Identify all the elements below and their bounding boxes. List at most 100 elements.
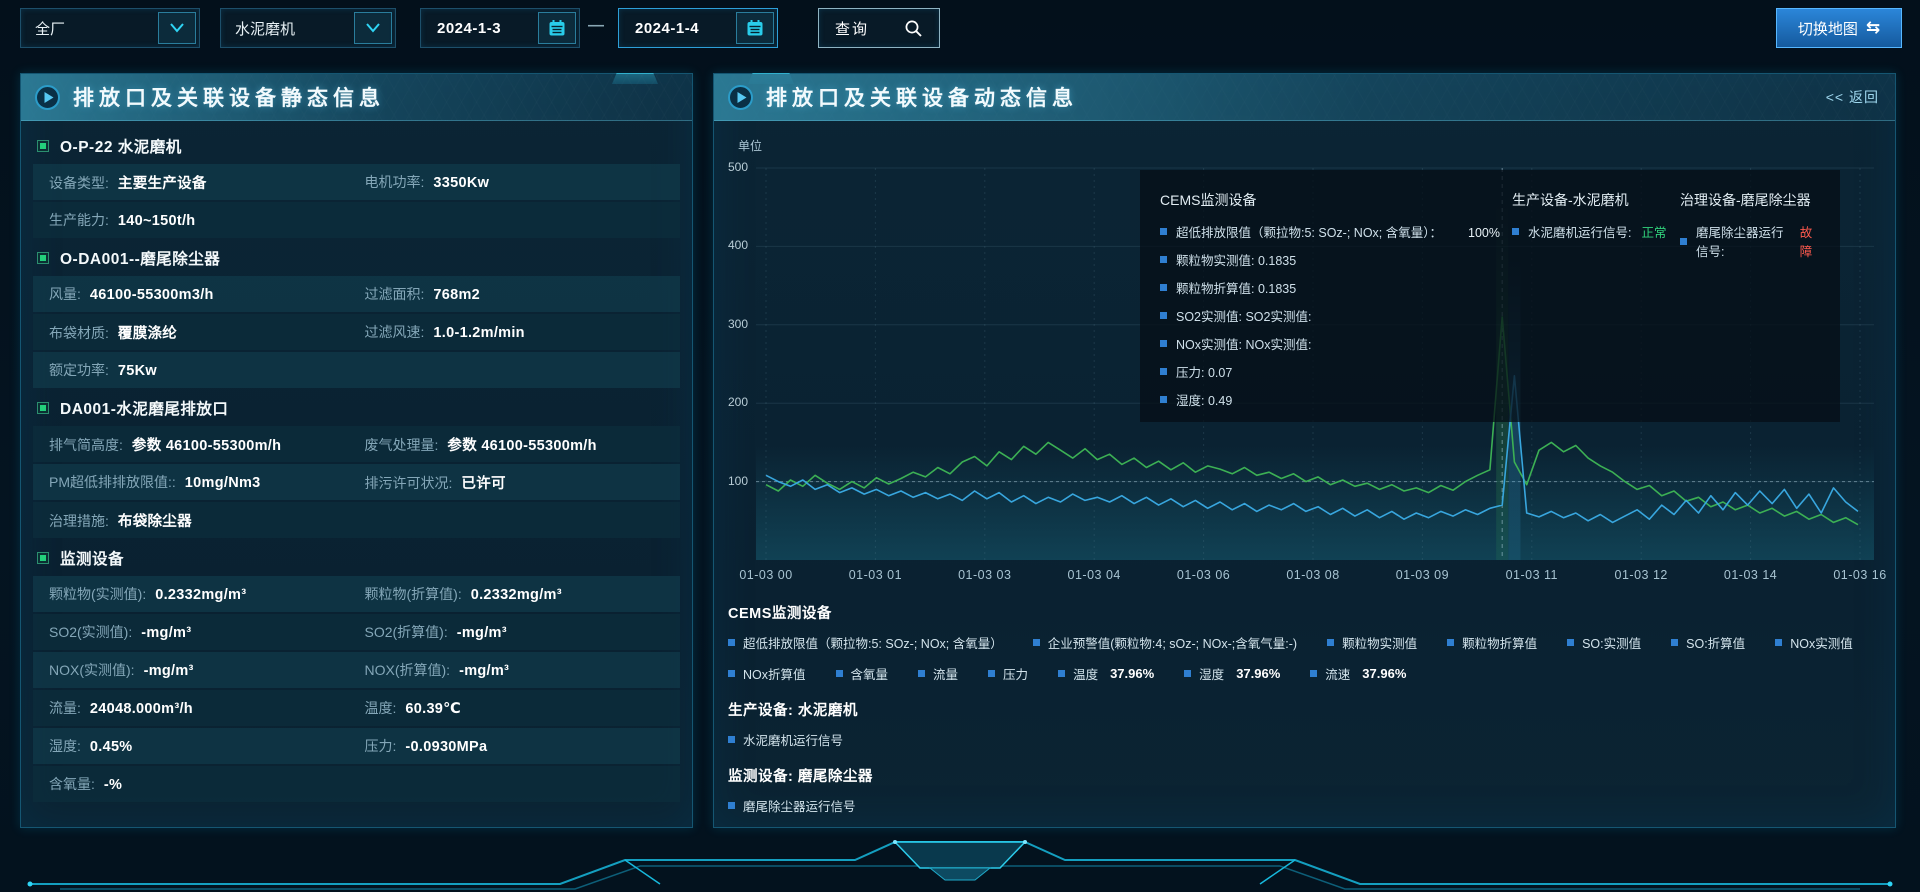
field: 压力:-0.0930MPa	[365, 736, 681, 756]
square-bullet-icon	[1447, 639, 1454, 646]
search-icon	[904, 19, 923, 38]
device-select[interactable]: 水泥磨机	[220, 8, 396, 48]
table-row: 湿度:0.45%压力:-0.0930MPa	[33, 728, 680, 764]
table-row: 流量:24048.000m³/h温度:60.39℃	[33, 690, 680, 726]
y-tick-label: 300	[714, 317, 748, 331]
tooltip-title: 治理设备-磨尾除尘器	[1680, 190, 1820, 210]
legend-item-label: 超低排放限值（颗拉物:5: SOz-; NOx; 含氧量）	[743, 633, 1003, 652]
start-date-calendar[interactable]	[538, 12, 576, 44]
legend-item[interactable]: 磨尾除尘器运行信号	[728, 796, 856, 815]
legend-item[interactable]: 企业预警值(颗粒物:4; sOz-; NOx-;含氧气量:-)	[1033, 633, 1297, 652]
legend-item[interactable]: 水泥磨机运行信号	[728, 730, 843, 749]
field-label: 过滤风速:	[365, 322, 425, 342]
square-bullet-icon	[1058, 670, 1065, 677]
legend-section-title: CEMS监测设备	[728, 602, 1878, 623]
tooltip-item: 超低排放限值（颗拉物:5: SOz-; NOx; 含氧量）：100%	[1160, 222, 1512, 241]
x-tick-label: 01-03 12	[1596, 568, 1686, 582]
field-label: 湿度:	[49, 736, 81, 756]
tooltip-column-production: 生产设备-水泥磨机 水泥磨机运行信号: 正常	[1512, 186, 1680, 406]
start-date-value: 2024-1-3	[421, 20, 538, 37]
legend-item[interactable]: 超低排放限值（颗拉物:5: SOz-; NOx; 含氧量）	[728, 633, 1003, 652]
tooltip-item: 湿度: 0.49	[1160, 390, 1512, 409]
legend-item[interactable]: NOx折算值	[728, 664, 806, 683]
query-button[interactable]: 查询	[818, 8, 940, 48]
legend-item[interactable]: 压力	[988, 664, 1028, 683]
legend-item[interactable]: 含氧量	[836, 664, 889, 683]
field-label: 额定功率:	[49, 360, 109, 380]
y-axis-unit-label: 单位	[738, 137, 762, 154]
field-label: NOX(实测值):	[49, 660, 135, 680]
square-bullet-icon	[1327, 639, 1334, 646]
back-link[interactable]: << 返回	[1826, 74, 1879, 120]
legend-item[interactable]: 流速37.96%	[1310, 664, 1406, 683]
plant-select[interactable]: 全厂	[20, 8, 200, 48]
legend-item[interactable]: SO:折算值	[1671, 633, 1745, 652]
table-row: 设备类型:主要生产设备电机功率:3350Kw	[33, 164, 680, 200]
field: 生产能力:140~150t/h	[49, 210, 365, 230]
x-tick-label: 01-03 01	[830, 568, 920, 582]
legend-item[interactable]: 温度37.96%	[1058, 664, 1154, 683]
legend-item[interactable]: NOx实测值	[1775, 633, 1853, 652]
table-row: PM超低排排放限值::10mg/Nm3排污许可状况:已许可	[33, 464, 680, 500]
section-header: O-P-22 水泥磨机	[33, 128, 680, 164]
plant-select-chevron[interactable]	[158, 12, 196, 44]
chart-tooltip: CEMS监测设备 超低排放限值（颗拉物:5: SOz-; NOx; 含氧量）：1…	[1140, 170, 1840, 422]
legend-item[interactable]: 湿度37.96%	[1184, 664, 1280, 683]
legend-item-label: SO:实测值	[1582, 633, 1641, 652]
legend-item-label: 压力	[1003, 664, 1028, 683]
switch-map-label: 切换地图	[1798, 18, 1858, 39]
field-value: -%	[104, 777, 122, 793]
legend-item-label: SO:折算值	[1686, 633, 1745, 652]
field-value: 75Kw	[118, 363, 157, 379]
tooltip-status-item: 磨尾除尘器运行信号: 故障	[1680, 222, 1820, 260]
tooltip-cems-items: 超低排放限值（颗拉物:5: SOz-; NOx; 含氧量）：100% 颗粒物实测值…	[1160, 222, 1512, 409]
square-bullet-icon	[1160, 368, 1167, 375]
tooltip-item-label: 颗粒物折算值: 0.1835	[1176, 278, 1296, 297]
x-tick-label: 01-03 16	[1815, 568, 1905, 582]
query-button-label: 查询	[835, 18, 869, 39]
field-label: 排气简高度:	[49, 435, 123, 455]
static-info-rows: O-P-22 水泥磨机设备类型:主要生产设备电机功率:3350Kw 生产能力:14…	[21, 121, 692, 802]
tooltip-item-label: NOx实测值: NOx实测值:	[1176, 334, 1311, 353]
square-bullet-icon	[988, 670, 995, 677]
section-header: O-DA001--磨尾除尘器	[33, 240, 680, 276]
device-select-chevron[interactable]	[354, 12, 392, 44]
field-label: 布袋材质:	[49, 323, 109, 343]
legend-item[interactable]: 流量	[918, 664, 958, 683]
table-row: 额定功率: 75Kw	[33, 352, 680, 388]
field-value: 已许可	[461, 472, 505, 493]
square-bullet-icon	[1160, 340, 1167, 347]
field: 温度:60.39℃	[365, 698, 681, 718]
square-bullet-icon	[1775, 639, 1782, 646]
field: 过滤风速:1.0-1.2m/min	[365, 322, 681, 342]
square-bullet-icon	[1160, 284, 1167, 291]
legend-item-label: 颗粒物实测值	[1342, 633, 1417, 652]
tooltip-item: NOx实测值: NOx实测值:	[1160, 334, 1512, 353]
tooltip-item-label: 超低排放限值（颗拉物:5: SOz-; NOx; 含氧量）：	[1176, 222, 1442, 241]
tooltip-item: 颗粒物实测值: 0.1835	[1160, 250, 1512, 269]
field: 过滤面积:768m2	[365, 284, 681, 304]
field: NOX(折算值):-mg/m³	[365, 660, 681, 680]
field: SO2(实测值):-mg/m³	[49, 622, 365, 642]
legend-item[interactable]: SO:实测值	[1567, 633, 1641, 652]
x-tick-label: 01-03 09	[1377, 568, 1467, 582]
field-value: 46100-55300m3/h	[90, 287, 214, 303]
end-date-calendar[interactable]	[736, 12, 774, 44]
page-title-dynamic: 排放口及关联设备动态信息	[766, 82, 1078, 112]
y-tick-label: 200	[714, 395, 748, 409]
section-label: 监测设备	[60, 547, 124, 569]
legend-section-title: 监测设备: 磨尾除尘器	[728, 765, 1878, 786]
field-value: 主要生产设备	[118, 172, 207, 193]
x-tick-label: 01-03 08	[1268, 568, 1358, 582]
plant-select-value: 全厂	[21, 18, 158, 39]
start-date-input[interactable]: 2024-1-3	[420, 8, 580, 48]
switch-map-button[interactable]: 切换地图 ⇆	[1776, 8, 1902, 48]
field-label: 废气处理量:	[365, 435, 439, 455]
x-tick-label: 01-03 04	[1049, 568, 1139, 582]
legend-item[interactable]: 颗粒物实测值	[1327, 633, 1417, 652]
square-bullet-icon	[728, 670, 735, 677]
table-row: NOX(实测值):-mg/m³NOX(折算值):-mg/m³	[33, 652, 680, 688]
tooltip-item: SO2实测值: SO2实测值:	[1160, 306, 1512, 325]
legend-item[interactable]: 颗粒物折算值	[1447, 633, 1537, 652]
end-date-input[interactable]: 2024-1-4	[618, 8, 778, 48]
